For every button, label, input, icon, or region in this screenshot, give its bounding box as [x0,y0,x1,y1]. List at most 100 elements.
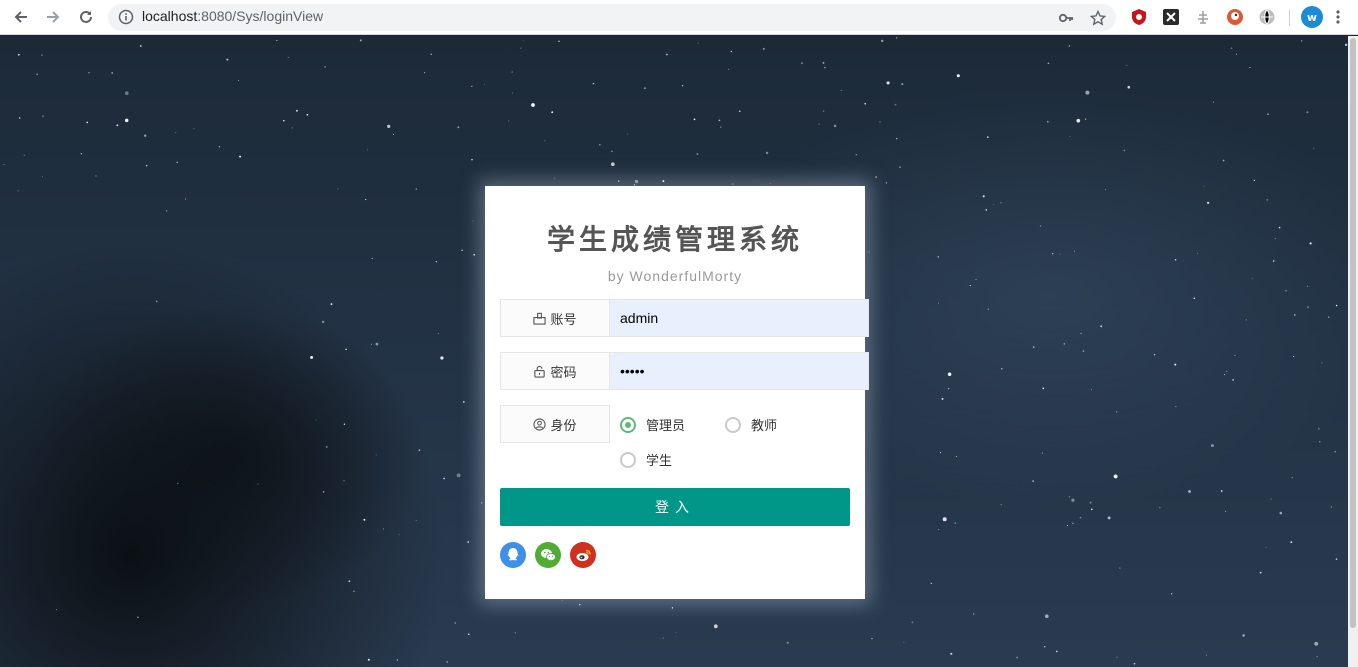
menu-button[interactable] [1327,6,1349,28]
star [1000,202,1002,204]
star [1245,319,1247,321]
star [321,320,325,324]
extension-tree-icon[interactable] [1193,7,1213,27]
forward-button[interactable] [42,6,64,28]
star [969,285,971,287]
star [1052,253,1054,255]
star [975,278,977,280]
star [950,652,953,655]
star [1290,541,1293,544]
star [1085,90,1090,95]
star [592,82,595,85]
star [462,400,465,403]
extension-x-icon[interactable] [1161,7,1181,27]
weibo-icon [576,549,591,561]
star [371,258,373,259]
star [1090,389,1092,391]
login-button[interactable]: 登入 [500,488,850,526]
radio-student[interactable] [620,451,636,468]
star [165,210,168,212]
role-option-student[interactable]: 学生 [620,450,672,469]
star [864,102,867,105]
star [473,253,476,256]
star [111,72,114,74]
extension-adblock-icon[interactable] [1129,7,1149,27]
star [1279,511,1283,515]
password-label-text: 密码 [550,365,577,381]
radio-teacher[interactable] [725,416,741,433]
star [618,180,620,182]
star [287,56,289,58]
role-label-text: 身份 [550,418,577,434]
account-input[interactable] [609,299,869,337]
star [947,372,952,377]
wechat-login-button[interactable] [535,542,561,568]
star [522,40,524,41]
star [1270,498,1272,500]
account-label: 账号 [500,299,610,337]
star [353,590,355,593]
star [738,110,741,113]
back-button[interactable] [10,6,32,28]
key-icon[interactable] [1058,10,1074,26]
extension-duckduckgo-icon[interactable] [1225,7,1245,27]
star [986,136,989,138]
info-icon[interactable] [118,9,134,25]
star [446,661,448,663]
star [1073,250,1075,252]
star [1016,656,1018,659]
star [315,419,317,421]
profile-avatar[interactable]: w [1301,6,1323,28]
star [41,176,43,178]
star [1063,343,1065,345]
weibo-login-button[interactable] [570,542,596,568]
star [554,177,556,179]
star [955,455,957,458]
star [1306,306,1309,309]
star [1330,506,1333,508]
role-option-admin[interactable]: 管理员 [620,415,685,434]
star [1234,354,1236,356]
qq-login-button[interactable] [500,542,526,568]
star [855,154,857,156]
star [1313,147,1315,149]
star [55,609,57,611]
star [896,37,898,39]
star [634,179,639,184]
star [1225,510,1227,512]
star [662,180,665,183]
page-title: 学生成绩管理系统 [546,223,803,256]
star [939,452,942,454]
address-bar[interactable]: localhost:8080/Sys/loginView [108,4,1116,31]
scrollbar-thumb[interactable] [1350,38,1356,628]
star [1235,53,1238,55]
star [371,343,372,345]
role-option-teacher[interactable]: 教师 [725,415,777,434]
url-text[interactable]: localhost:8080/Sys/loginView [142,8,323,24]
star [1079,516,1082,519]
star [1335,304,1338,307]
account-label-text: 账号 [550,312,577,328]
radio-admin[interactable] [620,416,636,433]
role-option-label: 学生 [646,454,673,469]
star [1327,316,1330,318]
star [17,53,20,56]
bookmark-star-icon[interactable] [1090,10,1106,26]
star [467,540,470,543]
star [1100,325,1103,328]
star [938,302,940,304]
extension-globe-icon[interactable] [1257,7,1277,27]
star [19,117,21,119]
star [840,90,842,91]
star [1318,428,1320,430]
password-input[interactable] [609,352,869,390]
star [1116,656,1118,658]
star [1174,259,1177,261]
star [1334,450,1337,453]
browser-toolbar: localhost:8080/Sys/loginView w [0,0,1358,35]
star [1309,242,1312,245]
star [239,155,242,158]
star [1220,490,1223,492]
reload-button[interactable] [75,6,97,28]
star [1316,656,1318,658]
